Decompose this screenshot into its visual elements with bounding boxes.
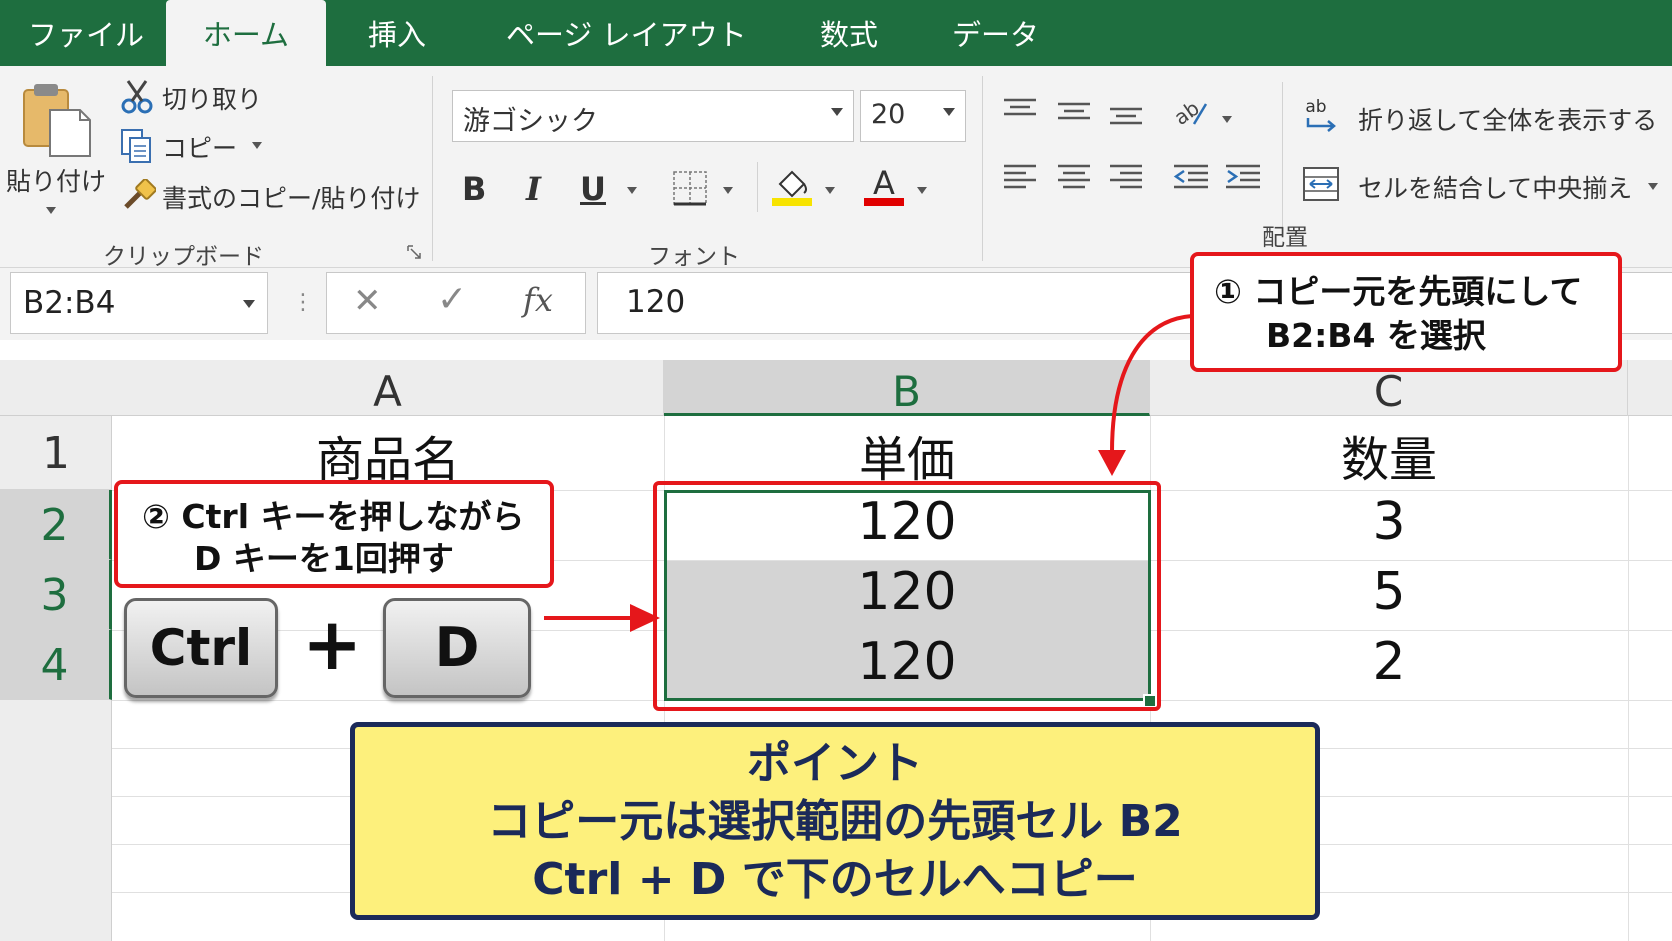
font-group-label: フォント (648, 244, 740, 270)
tab-file[interactable]: ファイル (20, 0, 152, 66)
step1-line2: B2:B4 を選択 (1266, 316, 1486, 355)
insert-function-icon[interactable]: fx (523, 281, 553, 319)
copy-icon[interactable] (120, 128, 154, 164)
cell-c2[interactable]: 3 (1150, 492, 1628, 552)
underline-dropdown-arrow[interactable] (627, 187, 637, 194)
step2-callout: ② Ctrl キーを押しながら D キーを1回押す (114, 480, 554, 588)
ribbon-separator (982, 76, 983, 261)
align-right-icon[interactable] (1108, 162, 1144, 194)
wrap-text-icon[interactable]: ab (1302, 96, 1342, 136)
point-line2: Ctrl + D で下のセルへコピー (532, 854, 1138, 905)
ribbon-separator (757, 162, 758, 212)
highlight-range-box (653, 481, 1161, 711)
wrap-text-button[interactable]: 折り返して全体を表示する (1358, 101, 1657, 137)
merge-center-button[interactable]: セルを結合して中央揃え (1358, 169, 1632, 205)
row-header-2[interactable]: 2 (0, 490, 112, 560)
svg-text:ab: ab (1172, 96, 1204, 128)
point-title: ポイント (747, 738, 923, 789)
grid-line (1628, 416, 1629, 941)
ribbon: 貼り付け 切り取り コピー 書式のコピー/貼り付け クリップボード 游ゴシック (0, 66, 1672, 270)
merge-center-dropdown-arrow[interactable] (1648, 183, 1658, 190)
clipboard-dialog-launcher-icon[interactable] (406, 244, 422, 260)
chevron-down-icon (831, 108, 843, 116)
point-note: ポイント コピー元は選択範囲の先頭セル B2 Ctrl + D で下のセルへコピ… (350, 722, 1320, 920)
font-size-combo[interactable]: 20 (860, 90, 966, 142)
copy-button[interactable]: コピー (162, 129, 237, 165)
orientation-dropdown-arrow[interactable] (1222, 116, 1232, 123)
formula-value: 120 (626, 284, 686, 320)
tab-page-layout[interactable]: ページ レイアウト (498, 0, 755, 66)
decrease-indent-icon[interactable] (1172, 162, 1210, 194)
step2-line2: D キーを1回押す (194, 539, 454, 578)
svg-text:ab: ab (1305, 97, 1326, 117)
orientation-icon[interactable]: ab (1172, 96, 1208, 128)
svg-text:A: A (873, 164, 895, 202)
step1-arrow-icon (1098, 314, 1193, 476)
borders-dropdown-arrow[interactable] (723, 187, 733, 194)
enter-icon[interactable]: ✓ (437, 279, 467, 320)
merge-center-icon[interactable] (1302, 166, 1342, 204)
align-top-icon[interactable] (1002, 96, 1038, 126)
paste-button[interactable] (18, 80, 94, 160)
paste-dropdown-arrow[interactable] (46, 207, 56, 214)
fill-color-icon[interactable] (770, 164, 814, 208)
step2-line1: ② Ctrl キーを押しながら (142, 497, 525, 536)
copy-dropdown-arrow[interactable] (252, 142, 262, 149)
plus-sign: + (302, 602, 363, 686)
ribbon-separator (432, 76, 433, 261)
cut-icon[interactable] (120, 78, 154, 114)
clipboard-group-label: クリップボード (103, 244, 264, 270)
column-header-a[interactable]: A (112, 360, 664, 416)
cancel-icon[interactable]: ✕ (353, 281, 382, 321)
cut-button[interactable]: 切り取り (162, 80, 262, 116)
format-painter-button[interactable]: 書式のコピー/貼り付け (162, 179, 420, 215)
formula-buttons: ✕ ✓ fx (326, 272, 586, 334)
chevron-down-icon[interactable] (243, 300, 255, 308)
point-line1: コピー元は選択範囲の先頭セル B2 (487, 796, 1183, 847)
tab-insert[interactable]: 挿入 (360, 0, 434, 66)
font-name-combo[interactable]: 游ゴシック (452, 90, 854, 142)
font-color-icon[interactable]: A (862, 164, 906, 208)
font-name-value: 游ゴシック (463, 106, 598, 137)
name-box-value: B2:B4 (23, 285, 116, 321)
increase-indent-icon[interactable] (1224, 162, 1262, 194)
cell-c4[interactable]: 2 (1150, 632, 1628, 692)
italic-button[interactable]: I (526, 170, 541, 208)
underline-button[interactable]: U (580, 170, 606, 208)
tab-formulas[interactable]: 数式 (812, 0, 886, 66)
step1-line1: ① コピー元を先頭にして (1214, 272, 1583, 311)
row-header-1[interactable]: 1 (0, 416, 112, 490)
align-left-icon[interactable] (1002, 162, 1038, 194)
bold-button[interactable]: B (462, 170, 486, 208)
step1-callout: ① コピー元を先頭にして B2:B4 を選択 (1190, 252, 1622, 372)
align-middle-icon[interactable] (1056, 96, 1092, 126)
borders-icon[interactable] (672, 170, 708, 206)
ribbon-tab-bar: ファイル ホーム 挿入 ページ レイアウト 数式 データ (0, 0, 1672, 66)
tab-data[interactable]: データ (944, 0, 1047, 66)
paste-label[interactable]: 貼り付け (6, 162, 106, 198)
d-key: D (383, 598, 531, 698)
font-color-dropdown-arrow[interactable] (917, 187, 927, 194)
formula-bar-grip-icon: ⋮ (292, 290, 314, 315)
ribbon-separator (1282, 82, 1283, 232)
tab-home[interactable]: ホーム (166, 0, 326, 66)
format-painter-icon[interactable] (120, 179, 156, 213)
row-header-bar: 1 2 3 4 (0, 416, 112, 941)
align-center-icon[interactable] (1056, 162, 1092, 194)
chevron-down-icon (943, 108, 955, 116)
cell-c1[interactable]: 数量 (1150, 420, 1628, 490)
name-box[interactable]: B2:B4 (10, 272, 268, 334)
alignment-group-label: 配置 (1262, 225, 1308, 251)
align-bottom-icon[interactable] (1108, 96, 1144, 126)
step2-arrow-icon (544, 604, 660, 632)
row-header-3[interactable]: 3 (0, 560, 112, 630)
cell-c3[interactable]: 5 (1150, 562, 1628, 622)
fill-color-dropdown-arrow[interactable] (825, 187, 835, 194)
row-header-4[interactable]: 4 (0, 630, 112, 700)
font-size-value: 20 (871, 99, 906, 130)
ctrl-key: Ctrl (124, 598, 278, 698)
paste-icon (23, 84, 91, 157)
